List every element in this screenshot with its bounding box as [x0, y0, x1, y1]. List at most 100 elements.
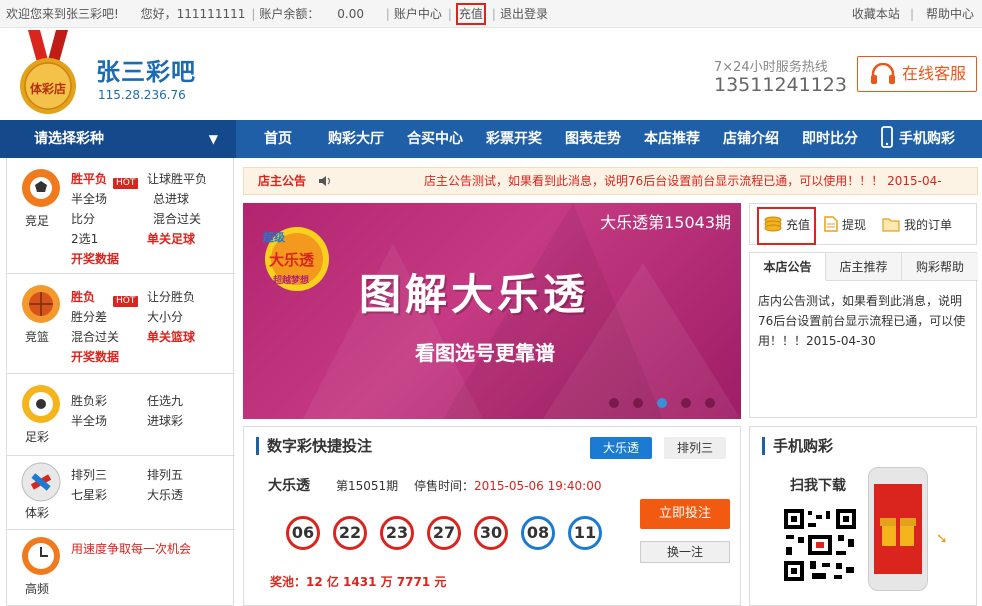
- banner-headline: 图解大乐透: [359, 270, 590, 319]
- tab-buy-help[interactable]: 购彩帮助: [902, 253, 978, 281]
- stop-time-value: 2015-05-06 19:40:00: [474, 479, 602, 493]
- play-p5[interactable]: 排列五: [147, 466, 183, 483]
- nav-item-draw-results[interactable]: 彩票开奖: [486, 120, 542, 158]
- category-name[interactable]: 高频: [7, 580, 67, 597]
- recharge-button[interactable]: 充值: [764, 204, 810, 246]
- play-total-goals[interactable]: 总进球: [153, 190, 189, 207]
- promo-banner[interactable]: 超级 大乐透 超越梦想 大乐透第15043期 图解大乐透 看图选号更靠谱: [243, 203, 741, 419]
- red-ball[interactable]: 27: [427, 516, 461, 550]
- site-header: 体彩店 张三彩吧 115.28.236.76 7×24小时服务热线 135112…: [0, 28, 982, 120]
- top-bar-right: 收藏本站 | 帮助中心: [851, 7, 974, 21]
- blue-ball[interactable]: 08: [521, 516, 555, 550]
- logout-link[interactable]: 退出登录: [500, 7, 548, 21]
- red-ball[interactable]: 22: [333, 516, 367, 550]
- welcome-text: 欢迎您来到张三彩吧!: [6, 7, 119, 21]
- category-zucai: 足彩 胜负彩 任选九 半全场 进球彩: [7, 374, 235, 456]
- play-score[interactable]: 比分: [71, 210, 95, 227]
- top-bar-left: 欢迎您来到张三彩吧! 您好，111111111 | 账户余额： 0.00 | 账户中心…: [6, 0, 552, 28]
- quick-bet-title: 数字彩快捷投注: [256, 437, 372, 455]
- play-p3[interactable]: 排列三: [71, 466, 107, 483]
- play-half-full[interactable]: 半全场: [71, 190, 107, 207]
- carousel-dot[interactable]: [705, 398, 715, 408]
- play-sfc[interactable]: 胜负彩: [71, 392, 107, 409]
- banner-period: 大乐透第15043期: [600, 213, 731, 232]
- tab-shop-notice[interactable]: 本店公告: [750, 253, 826, 281]
- nav-item-shop-intro[interactable]: 店铺介绍: [723, 120, 779, 158]
- nav-item-lobby[interactable]: 购彩大厅: [328, 120, 384, 158]
- play-mixed[interactable]: 混合过关: [71, 328, 119, 345]
- play-single-football[interactable]: 单关足球: [147, 230, 195, 247]
- play-half-full[interactable]: 半全场: [71, 412, 107, 429]
- play-single-basketball[interactable]: 单关篮球: [147, 328, 195, 345]
- phone-illustration: [868, 467, 928, 591]
- online-service-button[interactable]: 在线客服: [857, 56, 977, 92]
- help-link[interactable]: 帮助中心: [926, 7, 974, 21]
- category-name[interactable]: 足彩: [7, 428, 67, 445]
- blue-ball[interactable]: 11: [568, 516, 602, 550]
- quick-bet-panel: 数字彩快捷投注 大乐透 排列三 大乐透 第15051期 停售时间：2015-05…: [243, 426, 741, 606]
- notice-text[interactable]: 店主公告测试，如果看到此消息，说明76后台设置前台显示流程已通，可以使用！！！ …: [424, 168, 974, 194]
- red-ball[interactable]: 30: [474, 516, 508, 550]
- category-gaopin: 高频 用速度争取每一次机会: [7, 530, 235, 606]
- my-orders-label: 我的订单: [904, 218, 953, 232]
- play-7star[interactable]: 七星彩: [71, 486, 107, 503]
- draw-data-link[interactable]: 开奖数据: [71, 348, 119, 365]
- dlt-logo: 超级 大乐透 超越梦想: [257, 221, 337, 295]
- withdraw-button[interactable]: 提现: [824, 204, 866, 246]
- play-handicap[interactable]: 让分胜负: [147, 288, 195, 305]
- basketball-icon: [22, 285, 60, 323]
- shop-medal-logo[interactable]: 体彩店: [18, 30, 78, 116]
- category-name[interactable]: 竞足: [7, 212, 67, 229]
- qr-code-image[interactable]: [782, 507, 858, 583]
- nav-item-charts[interactable]: 图表走势: [565, 120, 621, 158]
- play-over-under[interactable]: 大小分: [147, 308, 183, 325]
- football-icon: [22, 169, 60, 207]
- carousel-dot[interactable]: [633, 398, 643, 408]
- tab-dlt[interactable]: 大乐透: [590, 437, 652, 459]
- nav-item-recommend[interactable]: 本店推荐: [644, 120, 700, 158]
- account-center-link[interactable]: 账户中心: [394, 7, 442, 21]
- nav-item-group-buy[interactable]: 合买中心: [407, 120, 463, 158]
- red-ball[interactable]: 23: [380, 516, 414, 550]
- issue-number: 第15051期: [336, 479, 399, 493]
- nav-item-live-score[interactable]: 即时比分: [802, 120, 858, 158]
- play-handicap-wdl[interactable]: 让球胜平负: [147, 170, 207, 187]
- top-bar: 欢迎您来到张三彩吧! 您好，111111111 | 账户余额： 0.00 | 账户中心…: [0, 0, 982, 28]
- carousel-dots: [609, 397, 729, 411]
- hotline-label: 7×24小时服务热线: [714, 60, 828, 75]
- play-win-lose[interactable]: 胜负: [71, 288, 95, 305]
- nav-item-mobile[interactable]: 手机购彩: [881, 120, 955, 158]
- draw-data-link[interactable]: 开奖数据: [71, 250, 119, 267]
- play-margin[interactable]: 胜分差: [71, 308, 107, 325]
- play-wdl[interactable]: 胜平负: [71, 170, 107, 187]
- tab-p3[interactable]: 排列三: [664, 437, 726, 459]
- play-2in1[interactable]: 2选1: [71, 230, 98, 247]
- play-dlt[interactable]: 大乐透: [147, 486, 183, 503]
- nav-item-home[interactable]: 首页: [264, 120, 292, 158]
- gaopin-slogan[interactable]: 用速度争取每一次机会: [71, 540, 191, 557]
- play-goals[interactable]: 进球彩: [147, 412, 183, 429]
- phone-screen: [874, 484, 922, 574]
- banner-subline: 看图选号更靠谱: [415, 341, 555, 365]
- play-mixed[interactable]: 混合过关: [153, 210, 201, 227]
- logo-bottom-text: 超越梦想: [273, 276, 310, 286]
- hotline-number: 13511241123: [714, 74, 847, 96]
- bookmark-link[interactable]: 收藏本站: [852, 7, 900, 21]
- lottery-type-picker[interactable]: 请选择彩种 ▼: [0, 120, 236, 158]
- carousel-dot[interactable]: [681, 398, 691, 408]
- balance-value: 0.00: [337, 7, 364, 21]
- red-ball[interactable]: 06: [286, 516, 320, 550]
- my-orders-button[interactable]: 我的订单: [882, 204, 952, 246]
- lottery-sidebar: 竞足 胜平负 HOT 让球胜平负 半全场 总进球 比分 混合过关 2选1 单关足…: [6, 158, 235, 606]
- jackpot-pool: 奖池：12 亿 1431 万 7771 元: [270, 575, 447, 589]
- carousel-dot[interactable]: [657, 398, 667, 408]
- category-name[interactable]: 体彩: [7, 504, 67, 521]
- bet-now-button[interactable]: 立即投注: [640, 499, 730, 529]
- category-name[interactable]: 竞篮: [7, 328, 67, 345]
- play-pick9[interactable]: 任选九: [147, 392, 183, 409]
- change-numbers-button[interactable]: 换一注: [640, 541, 730, 563]
- tab-owner-recommend[interactable]: 店主推荐: [826, 253, 902, 281]
- carousel-dot[interactable]: [609, 398, 619, 408]
- recharge-link[interactable]: 充值: [455, 3, 486, 25]
- scan-label: 扫我下载: [790, 478, 846, 494]
